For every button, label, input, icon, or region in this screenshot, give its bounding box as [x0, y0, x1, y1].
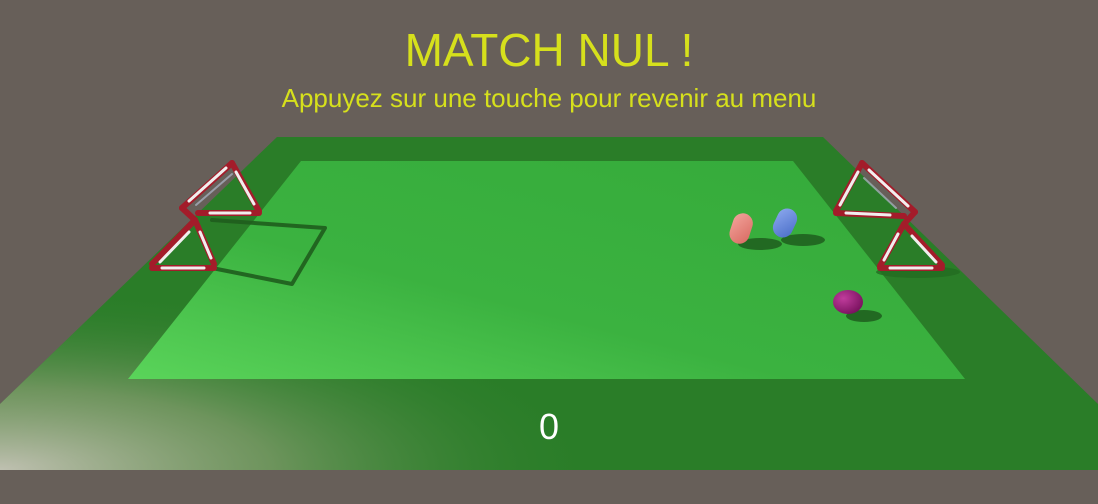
game-scene[interactable]: MATCH NUL ! Appuyez sur une touche pour …	[0, 0, 1098, 504]
return-to-menu-hint: Appuyez sur une touche pour revenir au m…	[281, 83, 817, 113]
score-display: 0	[538, 406, 560, 447]
match-result-title: MATCH NUL !	[404, 24, 694, 76]
ball	[833, 290, 863, 314]
